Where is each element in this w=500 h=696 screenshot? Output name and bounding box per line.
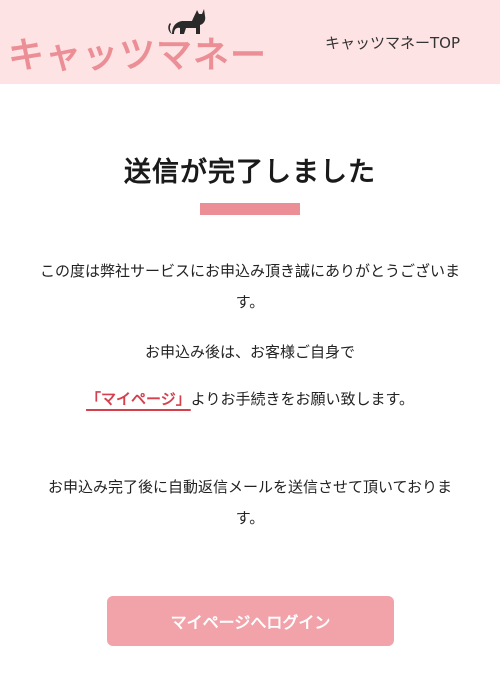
site-logo[interactable]: キャッツマネー (8, 26, 267, 78)
cat-icon (168, 9, 206, 34)
auto-reply-message: お申込み完了後に自動返信メールを送信させて頂いております。 (47, 478, 453, 527)
top-page-link[interactable]: キャッツマネーTOP (325, 32, 460, 53)
site-header: キャッツマネー キャッツマネーTOP (0, 0, 500, 84)
page-title: 送信が完了しました (124, 157, 376, 188)
title-underline (200, 203, 300, 215)
after-apply-message: お申込み後は、お客様ご自身で (144, 343, 355, 361)
mypage-login-button[interactable]: マイページへログイン (107, 596, 394, 646)
procedure-message: 「マイページ」よりお手続きをお願い致します。 (40, 384, 460, 415)
mypage-link[interactable]: 「マイページ」 (86, 390, 191, 408)
procedure-text: よりお手続きをお願い致します。 (190, 390, 414, 408)
completion-content: 送信が完了しました この度は弊社サービスにお申込み頂き誠にありがとうございます。… (0, 84, 500, 696)
thanks-message: この度は弊社サービスにお申込み頂き誠にありがとうございます。 (40, 262, 461, 311)
